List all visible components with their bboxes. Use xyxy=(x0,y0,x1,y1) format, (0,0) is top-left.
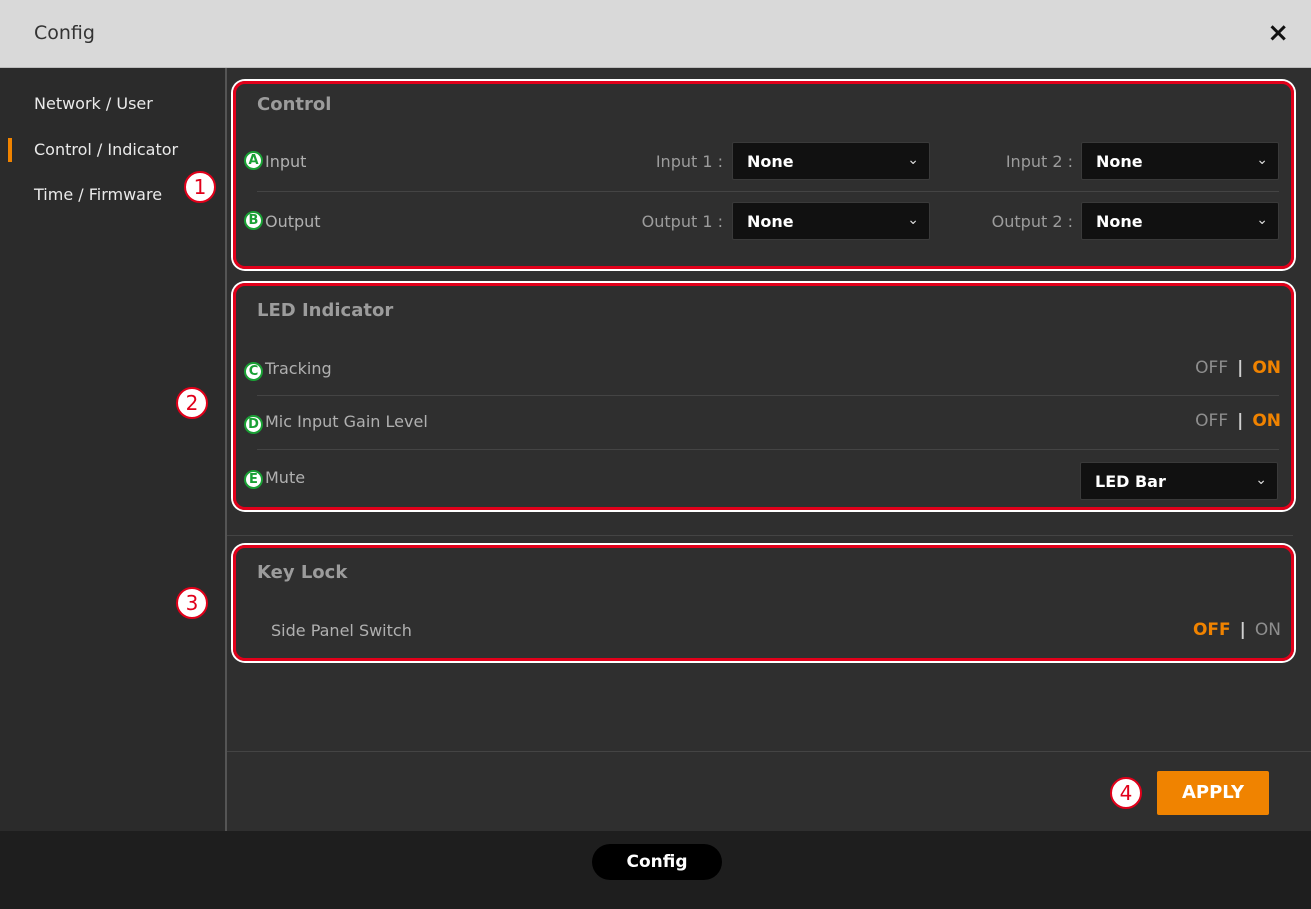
sidebar-item-time-firmware[interactable]: Time / Firmware xyxy=(34,185,162,204)
footer-config-tab[interactable]: Config xyxy=(592,844,722,880)
footer-bar: Config xyxy=(0,831,1311,909)
callout-box-led-indicator xyxy=(233,283,1294,510)
callout-box-key-lock xyxy=(233,545,1294,661)
marker-d: D xyxy=(244,415,263,434)
marker-a: A xyxy=(244,151,263,170)
footer-divider xyxy=(227,751,1311,752)
section-divider xyxy=(227,535,1293,536)
sidebar-item-network-user[interactable]: Network / User xyxy=(34,94,153,113)
callout-number-4: 4 xyxy=(1110,777,1142,809)
window-title: Config xyxy=(34,22,95,44)
marker-c: C xyxy=(244,362,263,381)
marker-e: E xyxy=(244,470,263,489)
apply-button[interactable]: APPLY xyxy=(1157,771,1269,815)
callout-box-control xyxy=(233,81,1294,269)
callout-number-2: 2 xyxy=(176,387,208,419)
close-icon[interactable]: × xyxy=(1267,18,1289,48)
callout-number-1: 1 xyxy=(184,171,216,203)
active-indicator xyxy=(8,138,12,162)
callout-number-3: 3 xyxy=(176,587,208,619)
title-bar: Config × xyxy=(0,0,1311,68)
sidebar-item-control-indicator[interactable]: Control / Indicator xyxy=(34,140,178,159)
marker-b: B xyxy=(244,211,263,230)
